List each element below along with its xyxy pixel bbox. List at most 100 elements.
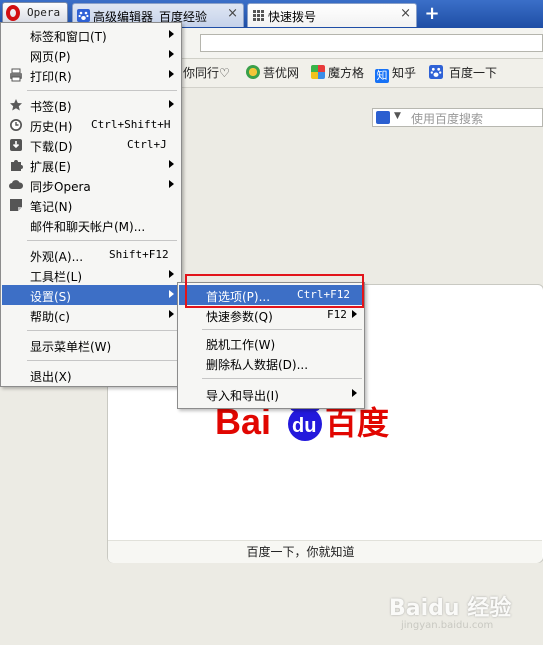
menu-item-label: 书签(B) bbox=[30, 100, 72, 114]
submenu-arrow-icon bbox=[169, 290, 174, 298]
menu-item-label: 外观(A)... bbox=[30, 250, 84, 264]
menu-item-work-offline[interactable]: 脱机工作(W) bbox=[179, 333, 363, 353]
menu-item-label: 快速参数(Q) bbox=[206, 310, 273, 324]
menu-item-help[interactable]: 帮助(c) bbox=[2, 305, 180, 325]
printer-icon bbox=[10, 68, 22, 82]
menu-item-notes[interactable]: 笔记(N) bbox=[2, 195, 180, 215]
download-icon bbox=[10, 139, 22, 151]
close-icon[interactable]: × bbox=[400, 6, 411, 21]
menu-item-shortcut: Shift+F12 bbox=[109, 248, 169, 261]
baidu-logo-chinese: 百度 bbox=[325, 404, 389, 442]
menu-item-page[interactable]: 网页(P) bbox=[2, 45, 180, 65]
baidu-logo-du: du bbox=[292, 415, 316, 437]
cube-icon bbox=[311, 65, 325, 79]
menu-item-label: 扩展(E) bbox=[30, 160, 71, 174]
menu-item-exit[interactable]: 退出(X) bbox=[2, 365, 180, 385]
menu-separator bbox=[27, 360, 177, 361]
menu-separator bbox=[27, 330, 177, 331]
menu-item-settings[interactable]: 设置(S) bbox=[2, 285, 180, 305]
bookmark-label: 菩优网 bbox=[263, 66, 300, 80]
watermark-url: jingyan.baidu.com bbox=[401, 620, 494, 631]
menu-item-quick-preferences[interactable]: 快速参数(Q) F12 bbox=[179, 305, 363, 325]
submenu-arrow-icon bbox=[169, 310, 174, 318]
menu-item-bookmarks[interactable]: 书签(B) bbox=[2, 95, 180, 115]
menu-item-label: 笔记(N) bbox=[30, 200, 73, 214]
submenu-arrow-icon bbox=[169, 50, 174, 58]
menu-separator bbox=[27, 240, 177, 241]
menu-item-label: 网页(P) bbox=[30, 50, 71, 64]
bookmark-item[interactable]: 百度一下 bbox=[429, 64, 497, 82]
search-placeholder: 使用百度搜索 bbox=[411, 112, 484, 126]
cloud-icon bbox=[9, 180, 23, 189]
opera-logo-icon bbox=[6, 5, 20, 21]
speed-dial-caption: 百度一下，你就知道 bbox=[246, 545, 355, 559]
menu-item-delete-private-data[interactable]: 删除私人数据(D)... bbox=[179, 353, 363, 373]
menu-item-label: 同步Opera bbox=[30, 180, 91, 194]
menu-item-print[interactable]: 打印(R) bbox=[2, 65, 180, 85]
menu-item-appearance[interactable]: 外观(A)... Shift+F12 bbox=[2, 245, 180, 265]
highlight-annotation-box bbox=[185, 274, 364, 308]
tab-title: 快速拨号 bbox=[268, 10, 317, 24]
bookmark-item[interactable]: 知知乎 bbox=[375, 64, 417, 83]
new-tab-button[interactable]: + bbox=[422, 4, 442, 24]
menu-item-mail-accounts[interactable]: 邮件和聊天帐户(M)... bbox=[2, 215, 180, 235]
menu-item-label: 退出(X) bbox=[30, 370, 72, 384]
menu-item-label: 打印(R) bbox=[30, 70, 72, 84]
menu-item-shortcut: Ctrl+Shift+H bbox=[91, 118, 171, 131]
star-icon bbox=[10, 99, 22, 111]
submenu-arrow-icon bbox=[169, 100, 174, 108]
submenu-arrow-icon bbox=[169, 270, 174, 278]
menu-item-label: 导入和导出(I) bbox=[206, 389, 279, 403]
paw-icon bbox=[77, 9, 90, 22]
menu-item-shortcut: F12 bbox=[327, 308, 347, 321]
menu-item-show-menubar[interactable]: 显示菜单栏(W) bbox=[2, 335, 180, 355]
menu-separator bbox=[202, 378, 362, 379]
zhihu-icon: 知 bbox=[375, 69, 389, 83]
menu-item-label: 下载(D) bbox=[30, 140, 73, 154]
opera-menu-button[interactable]: Opera bbox=[2, 2, 68, 24]
opera-menu-label: Opera bbox=[27, 6, 61, 19]
menu-item-toolbars[interactable]: 工具栏(L) bbox=[2, 265, 180, 285]
watermark: Baidu 经验 jingyan.baidu.com bbox=[383, 590, 543, 640]
menu-item-label: 显示菜单栏(W) bbox=[30, 340, 112, 354]
submenu-arrow-icon bbox=[169, 70, 174, 78]
menu-item-label: 脱机工作(W) bbox=[206, 338, 276, 352]
close-icon[interactable]: × bbox=[227, 6, 238, 21]
menu-item-extensions[interactable]: 扩展(E) bbox=[2, 155, 180, 175]
submenu-arrow-icon bbox=[352, 389, 357, 397]
menu-item-sync[interactable]: 同步Opera bbox=[2, 175, 180, 195]
menu-item-label: 邮件和聊天帐户(M)... bbox=[30, 220, 146, 234]
menu-item-tabs-windows[interactable]: 标签和窗口(T) bbox=[2, 25, 180, 45]
submenu-arrow-icon bbox=[169, 30, 174, 38]
bookmark-item[interactable]: 魔方格 bbox=[311, 64, 364, 82]
opera-main-menu: 标签和窗口(T) 网页(P) 打印(R) 书签(B) 历史(H) Ctrl+Sh… bbox=[0, 22, 182, 387]
submenu-arrow-icon bbox=[352, 310, 357, 318]
submenu-arrow-icon bbox=[169, 180, 174, 188]
watermark-brand: Baidu 经验 bbox=[389, 596, 512, 621]
menu-item-history[interactable]: 历史(H) Ctrl+Shift+H bbox=[2, 115, 180, 135]
paw-icon bbox=[429, 65, 443, 79]
submenu-arrow-icon bbox=[169, 160, 174, 168]
note-icon bbox=[10, 199, 22, 211]
menu-item-label: 设置(S) bbox=[30, 290, 71, 304]
menu-item-label: 帮助(c) bbox=[30, 310, 70, 324]
grid-icon bbox=[253, 10, 264, 21]
chevron-down-icon[interactable]: ▼ bbox=[394, 111, 401, 121]
puzzle-icon bbox=[11, 160, 23, 171]
menu-item-shortcut: Ctrl+J bbox=[127, 138, 167, 151]
search-input[interactable]: ▼ 使用百度搜索 bbox=[372, 108, 543, 127]
bookmark-item[interactable]: 菩优网 bbox=[246, 64, 299, 82]
bookmark-label: 知乎 bbox=[392, 66, 417, 80]
planet-icon bbox=[246, 65, 260, 79]
bookmark-label: 百度一下 bbox=[449, 66, 498, 80]
bookmark-item[interactable]: 你同行♡ bbox=[183, 64, 230, 82]
bookmark-label: 你同行♡ bbox=[183, 66, 230, 80]
menu-item-import-export[interactable]: 导入和导出(I) bbox=[179, 384, 363, 404]
clock-icon bbox=[10, 119, 22, 131]
menu-item-label: 标签和窗口(T) bbox=[30, 30, 107, 44]
menu-item-label: 工具栏(L) bbox=[30, 270, 83, 284]
menu-item-label: 历史(H) bbox=[30, 120, 73, 134]
address-field[interactable] bbox=[200, 34, 543, 52]
menu-item-downloads[interactable]: 下载(D) Ctrl+J bbox=[2, 135, 180, 155]
tab-speed-dial[interactable]: 快速拨号 × bbox=[247, 3, 417, 27]
